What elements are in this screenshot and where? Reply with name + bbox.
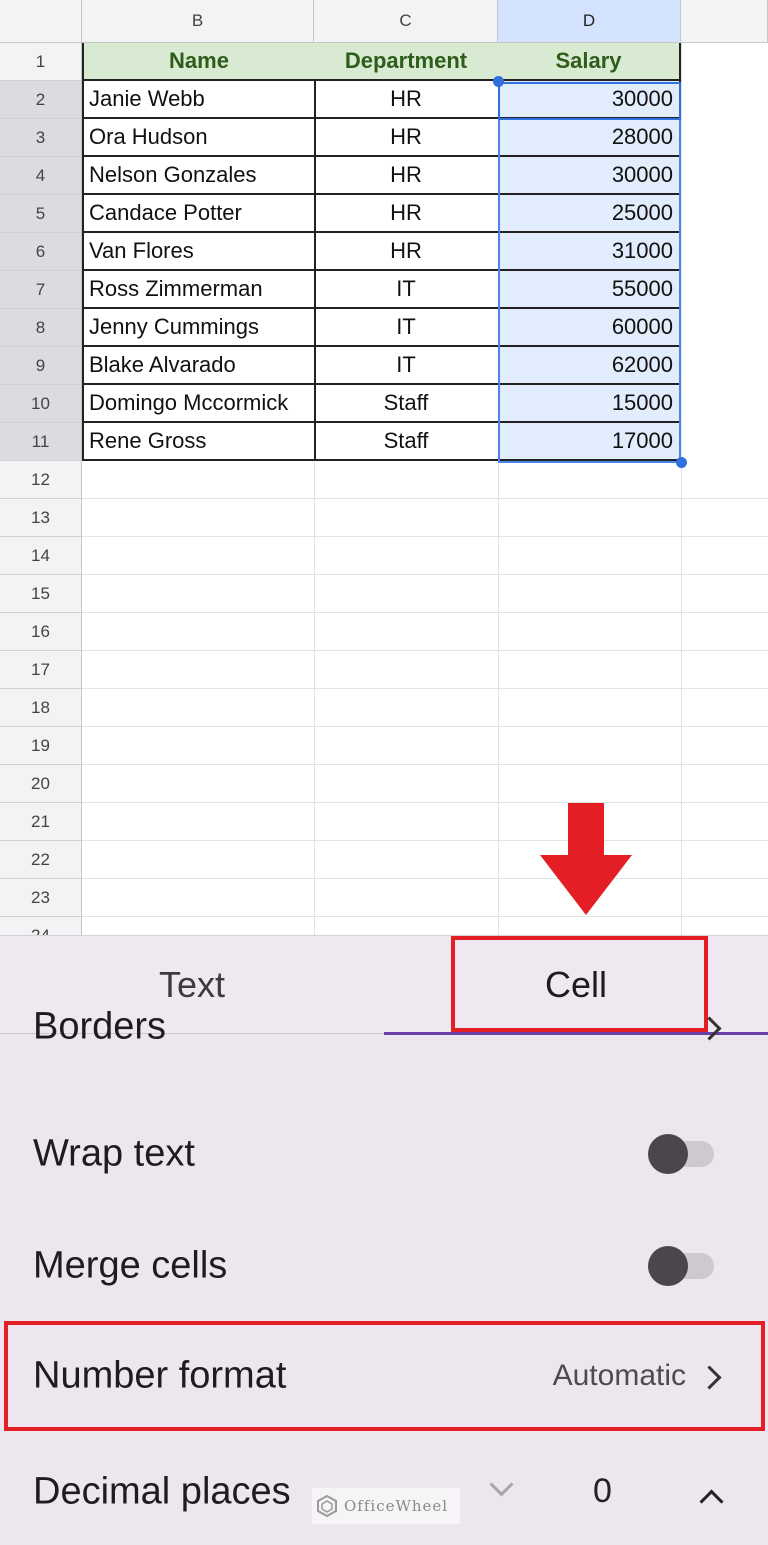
table-cell-salary[interactable]: 55000 <box>498 271 681 309</box>
format-panel: Text Cell Borders Wrap text Merge cells … <box>0 935 768 1545</box>
table-cell-name[interactable]: Rene Gross <box>82 423 316 461</box>
row-header[interactable]: 21 <box>0 803 82 841</box>
row-header[interactable]: 7 <box>0 271 82 309</box>
row-header[interactable]: 9 <box>0 347 82 385</box>
header-cell-department[interactable]: Department <box>314 43 500 81</box>
column-header-b[interactable]: B <box>82 0 314 43</box>
table-cell-name[interactable]: Van Flores <box>82 233 316 271</box>
row-header[interactable]: 17 <box>0 651 82 689</box>
decimal-places-label: Decimal places <box>33 1470 291 1512</box>
merge-cells-row[interactable]: Merge cells <box>0 1210 768 1322</box>
merge-cells-label: Merge cells <box>33 1244 228 1287</box>
row-header[interactable]: 13 <box>0 499 82 537</box>
row-header[interactable]: 8 <box>0 309 82 347</box>
table-cell-salary[interactable]: 31000 <box>498 233 681 271</box>
table-cell-department[interactable]: Staff <box>314 385 500 423</box>
grid-column-line <box>681 43 682 935</box>
row-header[interactable]: 19 <box>0 727 82 765</box>
header-cell-name[interactable]: Name <box>82 43 316 81</box>
table-cell-name[interactable]: Jenny Cummings <box>82 309 316 347</box>
header-cell-salary[interactable]: Salary <box>498 43 681 81</box>
table-cell-department[interactable]: HR <box>314 233 500 271</box>
table-cell-department[interactable]: HR <box>314 195 500 233</box>
watermark-text: OfficeWheel <box>344 1497 449 1515</box>
officewheel-watermark: OfficeWheel <box>312 1488 460 1524</box>
grid-line <box>82 650 768 651</box>
row-header[interactable]: 12 <box>0 461 82 499</box>
table-cell-department[interactable]: IT <box>314 347 500 385</box>
row-header[interactable]: 6 <box>0 233 82 271</box>
table-cell-department[interactable]: IT <box>314 271 500 309</box>
decimal-places-value: 0 <box>593 1472 612 1510</box>
table-cell-name[interactable]: Domingo Mccormick <box>82 385 316 423</box>
grid-line <box>82 574 768 575</box>
row-header[interactable]: 1 <box>0 43 82 81</box>
table-cell-department[interactable]: HR <box>314 81 500 119</box>
row-header[interactable]: 2 <box>0 81 82 119</box>
row-header[interactable]: 24 <box>0 917 82 935</box>
table-cell-department[interactable]: HR <box>314 119 500 157</box>
table-cell-name[interactable]: Candace Potter <box>82 195 316 233</box>
column-header-c[interactable]: C <box>314 0 498 43</box>
wrap-text-toggle[interactable] <box>648 1134 688 1174</box>
row-header[interactable]: 11 <box>0 423 82 461</box>
borders-label: Borders <box>33 1005 167 1048</box>
grid-line <box>82 840 768 841</box>
row-header[interactable]: 22 <box>0 841 82 879</box>
grid-line <box>82 802 768 803</box>
table-cell-salary[interactable]: 17000 <box>498 423 681 461</box>
table-cell-salary[interactable]: 25000 <box>498 195 681 233</box>
row-header[interactable]: 3 <box>0 119 82 157</box>
grid-line <box>82 878 768 879</box>
table-cell-name[interactable]: Blake Alvarado <box>82 347 316 385</box>
table-cell-department[interactable]: HR <box>314 157 500 195</box>
wrap-text-row[interactable]: Wrap text <box>0 1098 768 1210</box>
chevron-right-icon <box>697 1016 722 1041</box>
table-cell-name[interactable]: Nelson Gonzales <box>82 157 316 195</box>
chevron-down-icon[interactable] <box>489 1472 514 1497</box>
row-header[interactable]: 10 <box>0 385 82 423</box>
grid-line <box>82 536 768 537</box>
row-header[interactable]: 4 <box>0 157 82 195</box>
row-header[interactable]: 18 <box>0 689 82 727</box>
table-cell-salary[interactable]: 62000 <box>498 347 681 385</box>
row-header[interactable]: 5 <box>0 195 82 233</box>
selection-start-handle[interactable] <box>493 76 504 87</box>
table-cell-name[interactable]: Ross Zimmerman <box>82 271 316 309</box>
row-header[interactable]: 23 <box>0 879 82 917</box>
row-header[interactable]: 16 <box>0 613 82 651</box>
table-cell-salary[interactable]: 60000 <box>498 309 681 347</box>
table-cell-department[interactable]: IT <box>314 309 500 347</box>
grid-line <box>82 688 768 689</box>
row-header[interactable]: 14 <box>0 537 82 575</box>
red-down-arrow-icon <box>540 803 632 915</box>
table-cell-salary[interactable]: 28000 <box>498 119 681 157</box>
chevron-up-icon[interactable] <box>699 1489 724 1514</box>
grid-line <box>82 916 768 917</box>
column-header-e[interactable] <box>681 0 768 43</box>
select-all-corner[interactable] <box>0 0 82 43</box>
table-cell-name[interactable]: Ora Hudson <box>82 119 316 157</box>
merge-cells-toggle[interactable] <box>648 1246 688 1286</box>
row-header[interactable]: 15 <box>0 575 82 613</box>
officewheel-logo-icon <box>317 1495 337 1517</box>
number-format-highlight-box <box>4 1321 765 1431</box>
grid-line <box>82 498 768 499</box>
table-cell-salary[interactable]: 30000 <box>498 157 681 195</box>
spreadsheet-grid[interactable]: B C D 1 2 3 4 5 6 7 8 9 10 11 12 13 14 15 16 17 18 19 20 21 2… <box>0 0 768 935</box>
grid-line <box>82 764 768 765</box>
column-header-d[interactable]: D <box>498 0 681 43</box>
table-cell-salary[interactable]: 30000 <box>498 81 681 119</box>
wrap-text-label: Wrap text <box>33 1132 195 1175</box>
borders-row[interactable]: Borders <box>0 986 768 1056</box>
selection-end-handle[interactable] <box>676 457 687 468</box>
table-cell-department[interactable]: Staff <box>314 423 500 461</box>
grid-line <box>82 612 768 613</box>
table-cell-salary[interactable]: 15000 <box>498 385 681 423</box>
row-header[interactable]: 20 <box>0 765 82 803</box>
grid-line <box>82 726 768 727</box>
table-cell-name[interactable]: Janie Webb <box>82 81 316 119</box>
